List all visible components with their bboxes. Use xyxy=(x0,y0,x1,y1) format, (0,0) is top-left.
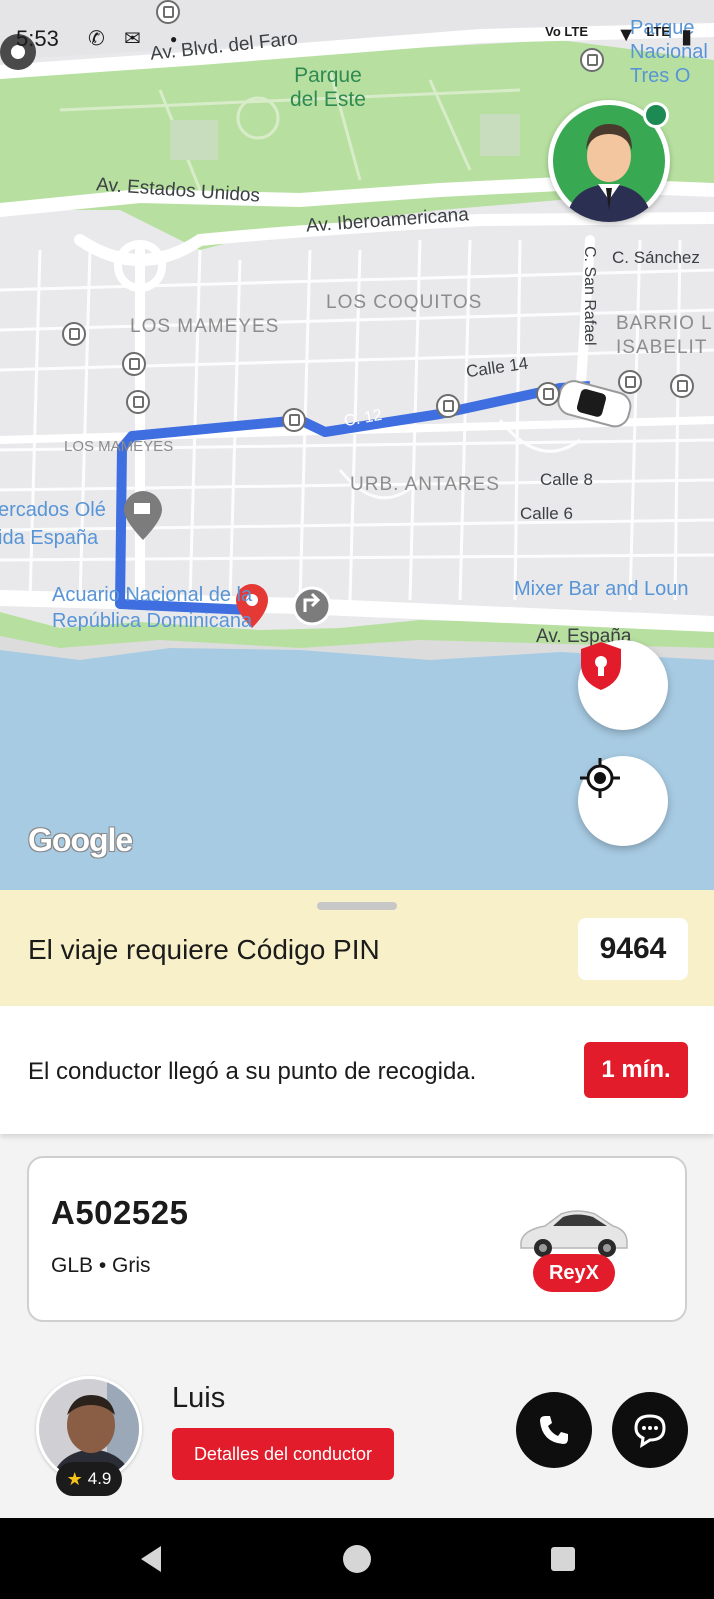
arrival-banner: El conductor llegó a su punto de recogid… xyxy=(0,1006,714,1134)
online-status-dot xyxy=(643,102,669,128)
map-view[interactable]: Av. Blvd. del Faro Parque del Este Parqu… xyxy=(0,0,714,890)
bus-stop-icon[interactable] xyxy=(282,408,306,432)
recenter-button[interactable] xyxy=(578,756,668,846)
vehicle-plate: A502525 xyxy=(51,1194,189,1231)
brand-badge: ReyX xyxy=(533,1254,615,1292)
vehicle-card: A502525 GLB • Gris ReyX xyxy=(27,1156,687,1322)
messenger-icon: ✉ xyxy=(124,28,141,50)
arrival-message: El conductor llegó a su punto de recogid… xyxy=(28,1058,477,1085)
trip-bottom-sheet: El viaje requiere Código PIN 9464 El con… xyxy=(0,890,714,1518)
shield-icon xyxy=(581,642,621,690)
network-type-2: LTE xyxy=(646,24,670,39)
wifi-icon: ▼ xyxy=(616,24,636,46)
app-screen: Av. Blvd. del Faro Parque del Este Parqu… xyxy=(0,0,714,1599)
chat-icon xyxy=(634,1414,666,1448)
chat-button[interactable] xyxy=(612,1392,688,1468)
back-icon[interactable] xyxy=(134,1542,168,1576)
pin-banner: El viaje requiere Código PIN 9464 xyxy=(0,890,714,1006)
bus-stop-icon[interactable] xyxy=(436,394,460,418)
driver-rating: ★ 4.9 xyxy=(56,1462,122,1496)
bus-stop-icon[interactable] xyxy=(122,352,146,376)
status-time: 5:53 xyxy=(16,26,59,51)
bus-stop-icon[interactable] xyxy=(536,382,560,406)
recents-icon[interactable] xyxy=(546,1542,580,1576)
google-logo: Google xyxy=(28,822,133,858)
safety-button[interactable] xyxy=(578,640,668,730)
bus-stop-icon[interactable] xyxy=(126,390,150,414)
home-icon[interactable] xyxy=(340,1542,374,1576)
star-icon: ★ xyxy=(66,1468,83,1489)
battery-icon: ▮ xyxy=(680,26,692,48)
driver-name: Luis xyxy=(172,1382,226,1414)
status-bar: 5:53 ✆ ✉ ● Vo LTE ▼ LTE ▮ xyxy=(0,0,714,66)
driver-details-button[interactable]: Detalles del conductor xyxy=(172,1428,394,1480)
system-nav-bar xyxy=(0,1518,714,1599)
pin-label: El viaje requiere Código PIN xyxy=(28,934,380,965)
rating-value: 4.9 xyxy=(87,1469,112,1488)
dot-icon: ● xyxy=(170,32,178,46)
drag-handle[interactable] xyxy=(317,902,397,910)
whatsapp-icon: ✆ xyxy=(88,28,105,50)
network-type: Vo LTE xyxy=(545,24,588,39)
location-target-icon xyxy=(580,758,620,798)
bus-stop-icon[interactable] xyxy=(670,374,694,398)
eta-badge: 1 mín. xyxy=(584,1042,688,1098)
pin-code: 9464 xyxy=(578,918,688,980)
bus-stop-icon[interactable] xyxy=(618,370,642,394)
call-button[interactable] xyxy=(516,1392,592,1468)
vehicle-description: GLB • Gris xyxy=(51,1254,151,1277)
bus-stop-icon[interactable] xyxy=(62,322,86,346)
phone-icon xyxy=(540,1416,568,1444)
